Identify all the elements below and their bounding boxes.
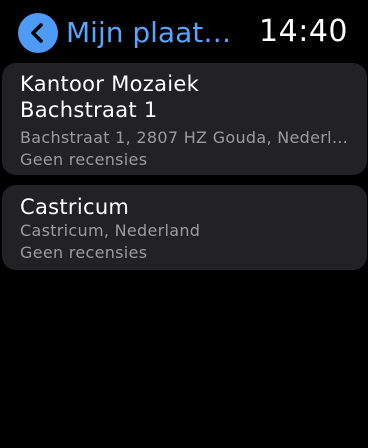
place-card-castricum[interactable]: Castricum Castricum, Nederland Geen rece… xyxy=(2,185,367,270)
back-button[interactable]: Mijn plaatsen xyxy=(18,12,243,54)
place-reviews: Geen recensies xyxy=(20,243,148,262)
place-name: Castricum xyxy=(20,195,130,219)
status-bar: Mijn plaatsen 14:40 xyxy=(0,0,368,62)
clock: 14:40 xyxy=(259,14,348,49)
place-address: Castricum, Nederland xyxy=(20,221,201,240)
place-name-line2: Bachstraat 1 xyxy=(20,98,158,122)
place-reviews: Geen recensies xyxy=(20,150,148,169)
back-title: Mijn plaatsen xyxy=(66,16,236,49)
place-name: Kantoor Mozaiek xyxy=(20,72,200,96)
place-address: Bachstraat 1, 2807 HZ Gouda, Nederland xyxy=(20,128,349,147)
place-card-kantoor-mozaiek[interactable]: Kantoor Mozaiek Bachstraat 1 Bachstraat … xyxy=(2,63,367,175)
chevron-left-icon xyxy=(18,13,58,53)
places-list: Kantoor Mozaiek Bachstraat 1 Bachstraat … xyxy=(2,63,367,280)
